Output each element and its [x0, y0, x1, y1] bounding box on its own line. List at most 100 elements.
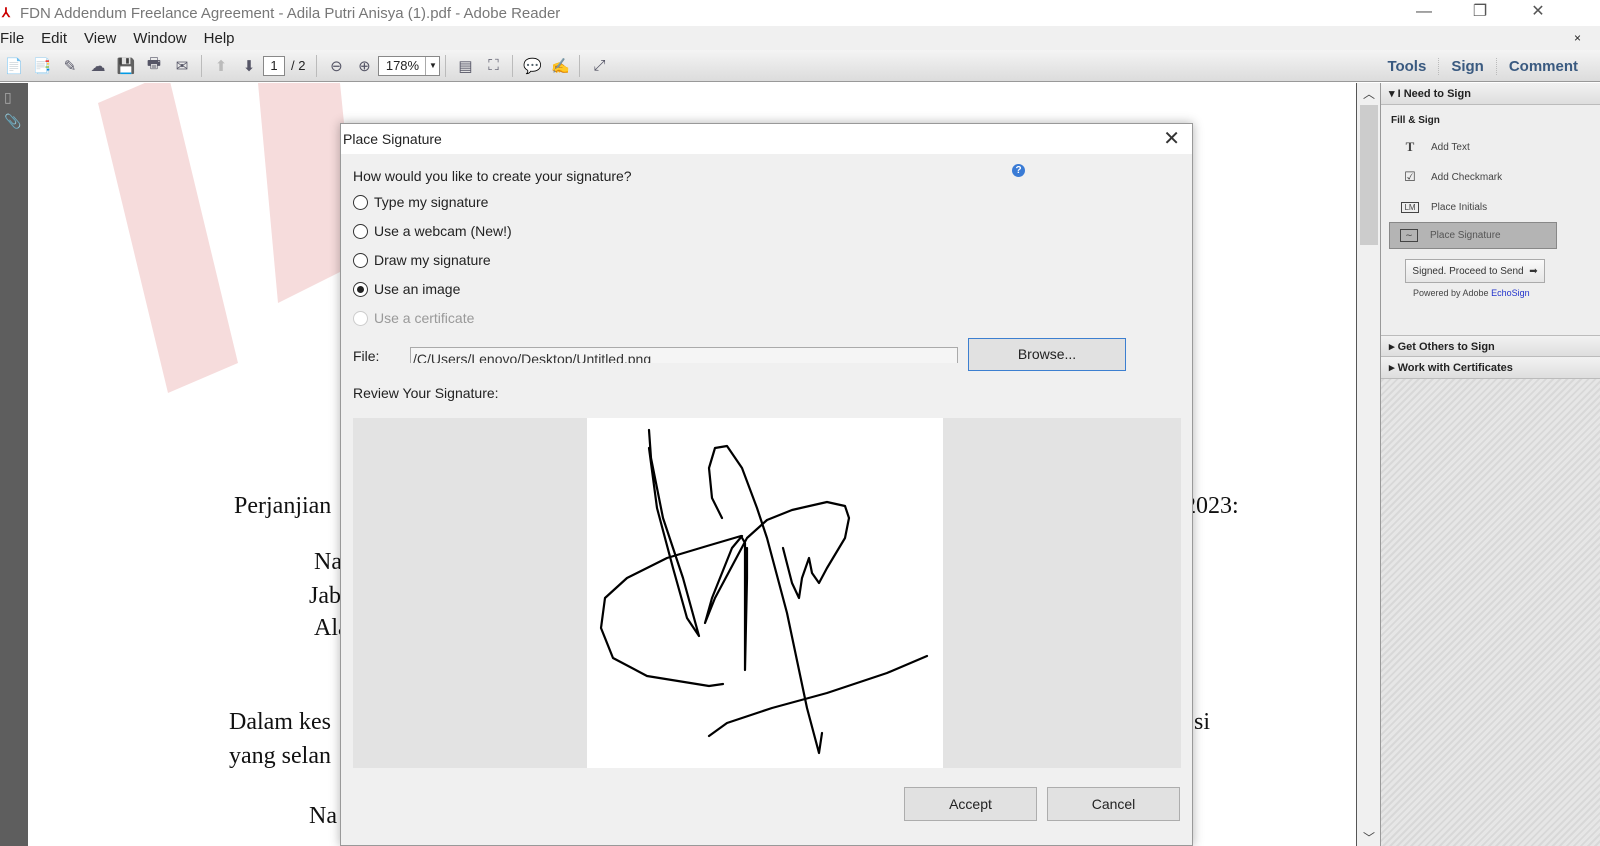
close-document-button[interactable]: ×: [1574, 31, 1585, 45]
doc-text: yang selan: [229, 743, 331, 769]
initials-icon: LM: [1401, 201, 1419, 213]
doc-text: Dalam kes: [229, 709, 331, 735]
signature-icon: ∼: [1400, 229, 1418, 242]
comment-icon[interactable]: 💬: [521, 55, 543, 77]
close-icon[interactable]: ✕: [1163, 124, 1180, 154]
combine-icon[interactable]: 📑: [31, 55, 53, 77]
scroll-up-icon[interactable]: ︿: [1357, 85, 1381, 102]
zoom-value: 178%: [385, 57, 420, 73]
zoom-in-icon[interactable]: ⊕: [353, 55, 375, 77]
menu-edit[interactable]: Edit: [41, 30, 71, 47]
radio-button-selected[interactable]: [353, 281, 368, 297]
item-label: Place Signature: [1430, 230, 1501, 241]
review-label: Review Your Signature:: [353, 385, 499, 401]
vertical-scrollbar[interactable]: ︿ ﹀: [1356, 83, 1380, 846]
arrow-right-icon: ➡: [1529, 265, 1538, 277]
doc-text: Perjanjian: [234, 493, 332, 519]
dialog-title: Place Signature: [343, 131, 442, 147]
add-checkmark-item[interactable]: ☑ Add Checkmark: [1391, 162, 1600, 192]
radio-draw-signature[interactable]: Draw my signature: [353, 252, 491, 268]
pages-icon[interactable]: ▯: [4, 89, 20, 107]
proceed-to-send-button[interactable]: Signed. Proceed to Send ➡: [1405, 259, 1545, 283]
fit-page-icon[interactable]: ⛶: [482, 55, 504, 77]
radio-button[interactable]: [353, 223, 368, 239]
restore-button[interactable]: ❐: [1452, 0, 1508, 26]
watermark-logo: [98, 83, 358, 393]
add-text-item[interactable]: T Add Text: [1391, 132, 1600, 162]
radio-webcam[interactable]: Use a webcam (New!): [353, 223, 512, 239]
file-path-input[interactable]: /C/Users/Lenovo/Desktop/Untitled.png: [410, 347, 958, 363]
section-get-others-to-sign[interactable]: ▸ Get Others to Sign: [1381, 335, 1600, 357]
attachments-icon[interactable]: 📎: [4, 113, 21, 131]
button-label: Signed. Proceed to Send: [1412, 265, 1524, 277]
doc-text: si: [1194, 709, 1211, 735]
tab-tools[interactable]: Tools: [1375, 58, 1438, 75]
full-screen-icon[interactable]: ⤢: [588, 55, 610, 77]
highlight-icon[interactable]: ✍: [549, 55, 571, 77]
accept-button[interactable]: Accept: [904, 787, 1037, 821]
radio-button[interactable]: [353, 194, 368, 210]
window-title: FDN Addendum Freelance Agreement - Adila…: [20, 4, 561, 22]
create-pdf-icon[interactable]: 📄: [3, 55, 25, 77]
print-icon[interactable]: 🖶: [143, 55, 165, 77]
tab-comment[interactable]: Comment: [1495, 57, 1590, 75]
radio-use-image[interactable]: Use an image: [353, 281, 460, 297]
help-icon[interactable]: ?: [1012, 164, 1025, 177]
file-label: File:: [353, 348, 380, 364]
item-label: Add Checkmark: [1431, 171, 1503, 183]
powered-text: Powered by Adobe: [1413, 288, 1492, 298]
menu-help[interactable]: Help: [204, 30, 239, 47]
section-label: I Need to Sign: [1397, 88, 1471, 100]
previous-page-icon[interactable]: ⬆: [210, 55, 232, 77]
title-bar: ⅄ FDN Addendum Freelance Agreement - Adi…: [0, 0, 1600, 26]
section-label: Work with Certificates: [1397, 362, 1513, 374]
checkmark-icon: ☑: [1404, 169, 1416, 184]
signature-method-question: How would you like to create your signat…: [353, 168, 632, 184]
place-signature-item[interactable]: ∼ Place Signature: [1389, 222, 1557, 249]
radio-certificate: Use a certificate: [353, 310, 474, 326]
fit-width-icon[interactable]: ▤: [454, 55, 476, 77]
minimize-button[interactable]: —: [1396, 0, 1452, 26]
edit-icon[interactable]: ✎: [59, 55, 81, 77]
menu-view[interactable]: View: [84, 30, 120, 47]
echosign-link[interactable]: EchoSign: [1491, 288, 1530, 298]
menu-bar: File Edit View Window Help ×: [0, 26, 1600, 50]
radio-label: Use a webcam (New!): [374, 223, 512, 239]
upload-cloud-icon[interactable]: ☁: [87, 55, 109, 77]
cancel-button[interactable]: Cancel: [1047, 787, 1180, 821]
doc-text: Na: [314, 549, 342, 575]
navigation-pane: ▯ 📎: [0, 83, 28, 846]
place-signature-dialog: Place Signature ✕ How would you like to c…: [340, 123, 1193, 846]
sign-pane: ▾ I Need to Sign Fill & Sign T Add Text ☑…: [1380, 83, 1600, 846]
page-number-input[interactable]: 1: [263, 55, 285, 76]
tab-sign[interactable]: Sign: [1438, 57, 1496, 75]
adobe-reader-icon: ⅄: [2, 5, 10, 20]
scroll-down-icon[interactable]: ﹀: [1357, 829, 1381, 846]
zoom-select[interactable]: 178% ▼: [378, 55, 441, 76]
menu-file[interactable]: File: [0, 30, 28, 47]
text-T-icon: T: [1405, 139, 1415, 154]
fill-sign-heading: Fill & Sign: [1391, 115, 1440, 126]
section-i-need-to-sign[interactable]: ▾ I Need to Sign: [1381, 83, 1600, 105]
scroll-thumb[interactable]: [1360, 105, 1378, 245]
menu-window[interactable]: Window: [133, 30, 190, 47]
save-icon[interactable]: 💾: [115, 55, 137, 77]
place-initials-item[interactable]: LM Place Initials: [1391, 192, 1600, 222]
email-icon[interactable]: ✉: [171, 55, 193, 77]
radio-type-signature[interactable]: Type my signature: [353, 194, 488, 210]
page-total: / 2: [291, 58, 306, 73]
signature-image: [587, 418, 943, 768]
item-label: Place Initials: [1431, 201, 1488, 213]
chevron-down-icon[interactable]: ▼: [425, 56, 439, 75]
zoom-out-icon[interactable]: ⊖: [325, 55, 347, 77]
next-page-icon[interactable]: ⬇: [238, 55, 260, 77]
radio-label: Use an image: [374, 281, 461, 297]
radio-button[interactable]: [353, 252, 368, 268]
toolbar: 📄 📑 ✎ ☁ 💾 🖶 ✉ ⬆ ⬇ 1 / 2 ⊖ ⊕ 178% ▼ ▤ ⛶ 💬 …: [0, 50, 1600, 82]
radio-label: Draw my signature: [374, 252, 491, 268]
radio-button: [353, 310, 368, 326]
section-work-with-certificates[interactable]: ▸ Work with Certificates: [1381, 357, 1600, 379]
browse-button[interactable]: Browse...: [968, 338, 1126, 371]
close-window-button[interactable]: ✕: [1510, 0, 1566, 26]
item-label: Add Text: [1431, 141, 1470, 153]
